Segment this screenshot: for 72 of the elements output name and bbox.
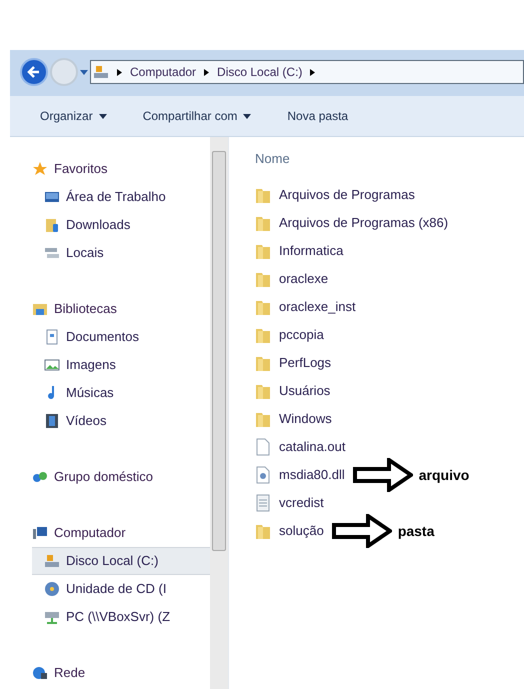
back-arrow-icon [27, 65, 41, 79]
text-file-icon [255, 494, 271, 512]
caret-icon [80, 70, 88, 74]
arrow-drawing [352, 458, 413, 492]
folder-icon [255, 354, 271, 372]
drive-icon [93, 64, 109, 80]
monitor-icon [44, 189, 60, 205]
nav-item[interactable]: Imagens [32, 351, 210, 379]
annotation-label: pasta [398, 522, 434, 541]
computer-icon [32, 525, 48, 541]
folder-icon [255, 214, 271, 232]
nav-item[interactable]: Unidade de CD (I [32, 575, 210, 603]
toolbar-button[interactable]: Organizar [40, 107, 107, 125]
scrollbar[interactable] [210, 137, 228, 689]
nav-item[interactable]: Disco Local (C:) [32, 547, 210, 575]
document-icon [44, 329, 60, 345]
homegroup-icon [32, 469, 48, 485]
network-drive-icon [44, 609, 60, 625]
nav-group[interactable]: Rede [32, 659, 210, 687]
breadcrumb-separator-icon [204, 68, 210, 76]
folder-icon [255, 298, 271, 316]
breadcrumb-separator-icon [117, 68, 122, 76]
disc-icon [44, 581, 60, 597]
file-name[interactable]: Arquivos de Programas (x86) [279, 213, 448, 233]
picture-icon [44, 357, 60, 373]
folder-icon [255, 186, 271, 204]
folder-icon [255, 522, 271, 540]
nav-item[interactable]: Downloads [32, 211, 210, 239]
drive-icon [44, 553, 60, 569]
file-name[interactable]: vcredist [279, 493, 324, 513]
annotation-label: arquivo [418, 466, 470, 485]
folder-icon [255, 410, 271, 428]
file-name[interactable]: Informatica [279, 241, 344, 261]
nav-item[interactable]: Vídeos [32, 407, 210, 435]
folder-icon [255, 242, 271, 260]
breadcrumb-separator-icon [310, 68, 316, 76]
back-button[interactable] [20, 58, 48, 86]
places-icon [44, 245, 60, 261]
nav-group[interactable]: Grupo doméstico [32, 463, 210, 491]
breadcrumb[interactable]: Computador [130, 63, 196, 81]
toolbar-button[interactable]: Compartilhar com [142, 107, 252, 125]
star-icon [32, 161, 48, 177]
library-icon [32, 301, 48, 317]
file-name[interactable]: PerfLogs [279, 353, 332, 373]
nav-group[interactable]: Favoritos [32, 155, 210, 183]
toolbar-button[interactable]: Nova pasta [287, 107, 348, 125]
arrow-drawing [332, 514, 392, 548]
folder-icon [255, 326, 271, 344]
file-name[interactable]: Arquivos de Programas [279, 185, 415, 205]
file-name[interactable]: Windows [279, 409, 332, 429]
nav-item[interactable]: Músicas [32, 379, 210, 407]
file-name[interactable]: catalina.out [279, 437, 346, 457]
breadcrumb[interactable]: Disco Local (C:) [217, 63, 302, 81]
nav-group[interactable]: Computador [32, 519, 210, 547]
file-name[interactable]: solução [279, 521, 324, 541]
folder-icon [255, 270, 271, 288]
file-name[interactable]: oraclexe [279, 269, 328, 289]
nav-group[interactable]: Bibliotecas [32, 295, 210, 323]
file-name[interactable]: Usuários [279, 381, 330, 401]
column-header[interactable]: Nome [245, 145, 524, 173]
nav-item[interactable]: Documentos [32, 323, 210, 351]
file-icon [255, 438, 271, 456]
nav-item[interactable]: Locais [32, 239, 210, 267]
address-bar[interactable]: Computador Disco Local (C:) [90, 60, 524, 84]
film-icon [44, 413, 60, 429]
file-name[interactable]: oraclexe_inst [279, 297, 356, 317]
folder-icon [44, 217, 60, 233]
file-name[interactable]: msdia80.dll [279, 465, 345, 485]
nav-item[interactable]: Área de Trabalho [32, 183, 210, 211]
file-name[interactable]: pccopia [279, 325, 324, 345]
nav-item[interactable]: PC (\\VBoxSvr) (Z [32, 603, 210, 631]
folder-icon [255, 382, 271, 400]
